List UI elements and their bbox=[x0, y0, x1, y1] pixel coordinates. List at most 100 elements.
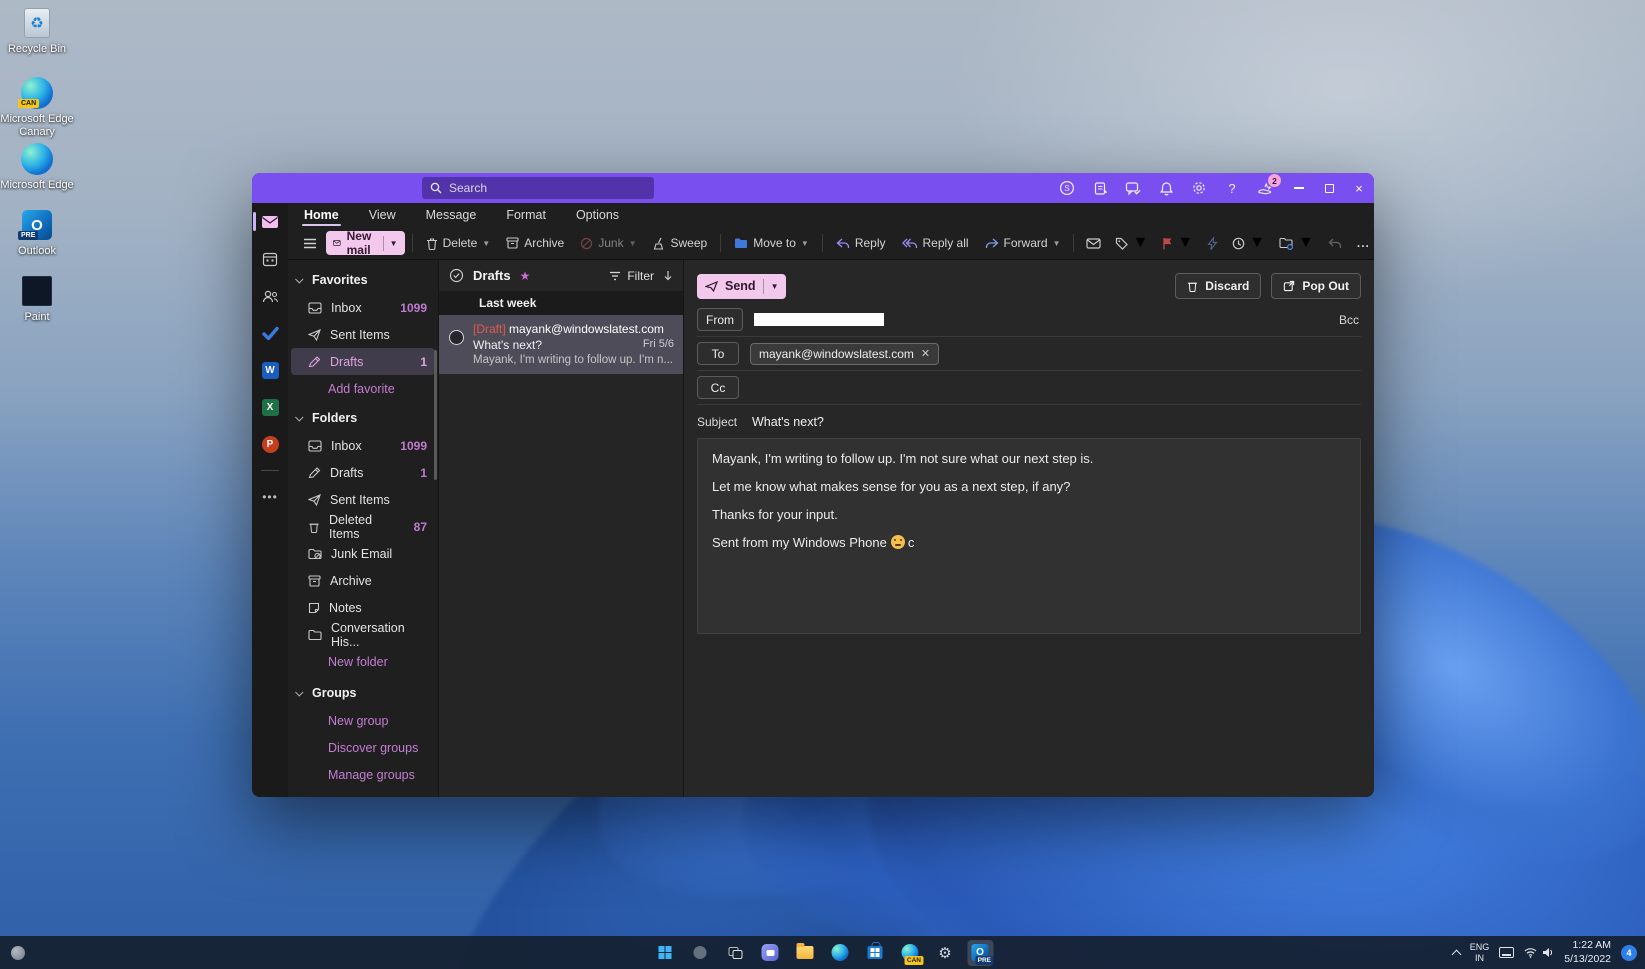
message-select-radio[interactable] bbox=[449, 330, 464, 345]
favorites-section-header[interactable]: Favorites bbox=[288, 266, 438, 294]
new-mail-button[interactable]: New mail ▼ bbox=[326, 231, 405, 255]
read-unread-button[interactable] bbox=[1081, 234, 1106, 253]
rail-excel-button[interactable]: X bbox=[252, 396, 288, 418]
reply-all-button[interactable]: Reply all bbox=[896, 232, 975, 254]
more-options-button[interactable]: ... bbox=[1351, 232, 1374, 254]
folder-inbox[interactable]: Inbox 1099 bbox=[291, 432, 435, 459]
remove-recipient-icon[interactable]: ✕ bbox=[921, 347, 930, 360]
rail-more-apps-button[interactable]: ••• bbox=[252, 486, 288, 508]
add-favorite-link[interactable]: Add favorite bbox=[288, 375, 438, 402]
help-icon[interactable]: ? bbox=[1223, 179, 1241, 197]
settings-gear-icon[interactable] bbox=[1190, 179, 1208, 197]
desktop-icon-edge[interactable]: Microsoft Edge bbox=[0, 142, 74, 192]
chat-button[interactable] bbox=[757, 940, 783, 966]
message-list-item[interactable]: [Draft] mayank@windowslatest.com What's … bbox=[439, 315, 683, 374]
folder-pane-scrollbar[interactable] bbox=[434, 350, 437, 480]
search-input[interactable] bbox=[449, 181, 619, 195]
new-folder-link[interactable]: New folder bbox=[288, 648, 438, 675]
hamburger-menu-button[interactable] bbox=[298, 234, 322, 253]
quick-steps-button[interactable] bbox=[1202, 233, 1223, 254]
rail-people-button[interactable] bbox=[252, 285, 288, 307]
to-row[interactable]: To mayank@windowslatest.com ✕ bbox=[697, 337, 1361, 371]
search-box[interactable] bbox=[422, 177, 654, 199]
settings-button[interactable]: ⚙ bbox=[932, 940, 958, 966]
favorite-sent-items[interactable]: Sent Items bbox=[291, 321, 435, 348]
cc-row[interactable]: Cc bbox=[697, 371, 1361, 405]
tab-format[interactable]: Format bbox=[504, 205, 548, 227]
move-to-button[interactable]: Move to▼ bbox=[728, 232, 815, 254]
pop-out-button[interactable]: Pop Out bbox=[1271, 273, 1361, 299]
sweep-button[interactable]: Sweep bbox=[647, 232, 714, 254]
notes-feed-icon[interactable] bbox=[1091, 179, 1109, 197]
undo-button[interactable] bbox=[1323, 234, 1347, 253]
favorite-inbox[interactable]: Inbox 1099 bbox=[291, 294, 435, 321]
delete-button[interactable]: Delete▼ bbox=[420, 232, 497, 254]
folder-deleted-items[interactable]: Deleted Items 87 bbox=[291, 513, 435, 540]
rail-calendar-button[interactable] bbox=[252, 248, 288, 270]
discover-groups-link[interactable]: Discover groups bbox=[288, 734, 438, 761]
language-indicator[interactable]: ENGIN bbox=[1470, 942, 1490, 963]
feedback-icon[interactable] bbox=[1124, 179, 1142, 197]
search-button[interactable] bbox=[687, 940, 713, 966]
subject-value[interactable]: What's next? bbox=[752, 415, 824, 429]
new-mail-dropdown[interactable]: ▼ bbox=[390, 239, 398, 248]
notification-count-badge[interactable]: 4 bbox=[1621, 945, 1637, 961]
send-button[interactable]: Send ▼ bbox=[697, 274, 786, 299]
desktop-icon-edge-canary[interactable]: CAN Microsoft Edge Canary bbox=[0, 76, 74, 138]
subject-row[interactable]: Subject What's next? bbox=[697, 405, 1361, 438]
new-group-link[interactable]: New group bbox=[288, 707, 438, 734]
message-body-editor[interactable]: Mayank, I'm writing to follow up. I'm no… bbox=[697, 438, 1361, 634]
recipient-chip[interactable]: mayank@windowslatest.com ✕ bbox=[750, 343, 939, 365]
bcc-toggle[interactable]: Bcc bbox=[1339, 313, 1361, 327]
send-dropdown[interactable]: ▼ bbox=[771, 282, 779, 291]
manage-groups-link[interactable]: Manage groups bbox=[288, 761, 438, 788]
close-button[interactable]: × bbox=[1344, 173, 1374, 203]
touch-keyboard-icon[interactable] bbox=[1499, 947, 1514, 958]
folder-drafts[interactable]: Drafts 1 bbox=[291, 459, 435, 486]
minimize-button[interactable] bbox=[1284, 173, 1314, 203]
maximize-button[interactable] bbox=[1314, 173, 1344, 203]
archive-button[interactable]: Archive bbox=[500, 232, 570, 254]
filter-button[interactable]: Filter bbox=[609, 269, 654, 283]
start-button[interactable] bbox=[652, 940, 678, 966]
sort-arrow-icon[interactable] bbox=[663, 270, 673, 281]
rail-mail-button[interactable] bbox=[252, 211, 288, 233]
tab-options[interactable]: Options bbox=[574, 205, 621, 227]
task-view-button[interactable] bbox=[722, 940, 748, 966]
folder-notes[interactable]: Notes bbox=[291, 594, 435, 621]
desktop-icon-paint[interactable]: Paint bbox=[0, 274, 74, 324]
folder-archive[interactable]: Archive bbox=[291, 567, 435, 594]
rules-button[interactable]: ▼ bbox=[1274, 230, 1319, 256]
list-group-header[interactable]: Last week bbox=[439, 291, 683, 315]
discard-button[interactable]: Discard bbox=[1175, 273, 1261, 299]
widgets-icon[interactable] bbox=[8, 943, 28, 963]
network-volume-icons[interactable] bbox=[1524, 947, 1554, 958]
categorize-tag-button[interactable]: ▼ bbox=[1110, 230, 1153, 256]
tray-overflow-chevron[interactable] bbox=[1451, 950, 1461, 960]
from-button[interactable]: From bbox=[697, 308, 743, 331]
tab-home[interactable]: Home bbox=[302, 205, 341, 227]
snooze-button[interactable]: ▼ bbox=[1227, 230, 1270, 256]
tab-view[interactable]: View bbox=[367, 205, 398, 227]
rail-word-button[interactable]: W bbox=[252, 359, 288, 381]
junk-button[interactable]: Junk▼ bbox=[574, 232, 642, 254]
desktop-icon-recycle-bin[interactable]: ♻ Recycle Bin bbox=[0, 6, 74, 56]
folder-junk-email[interactable]: Junk Email bbox=[291, 540, 435, 567]
select-all-icon[interactable] bbox=[449, 268, 464, 283]
star-icon[interactable]: ★ bbox=[520, 269, 531, 283]
folder-sent-items[interactable]: Sent Items bbox=[291, 486, 435, 513]
forward-button[interactable]: Forward▼ bbox=[979, 232, 1067, 254]
skype-icon[interactable]: S bbox=[1058, 179, 1076, 197]
reply-button[interactable]: Reply bbox=[830, 232, 892, 254]
tray-clock[interactable]: 1:22 AM 5/13/2022 bbox=[1564, 939, 1611, 965]
outlook-taskbar-button[interactable]: O PRE bbox=[967, 940, 993, 966]
store-button[interactable] bbox=[862, 940, 888, 966]
groups-section-header[interactable]: Groups bbox=[288, 679, 438, 707]
rail-powerpoint-button[interactable]: P bbox=[252, 433, 288, 455]
folder-conversation-history[interactable]: Conversation His... bbox=[291, 621, 435, 648]
whats-new-icon[interactable]: 2 bbox=[1256, 179, 1274, 197]
to-button[interactable]: To bbox=[697, 342, 739, 365]
notifications-bell-icon[interactable] bbox=[1157, 179, 1175, 197]
edge-canary-button[interactable]: CAN bbox=[897, 940, 923, 966]
folders-section-header[interactable]: Folders bbox=[288, 404, 438, 432]
